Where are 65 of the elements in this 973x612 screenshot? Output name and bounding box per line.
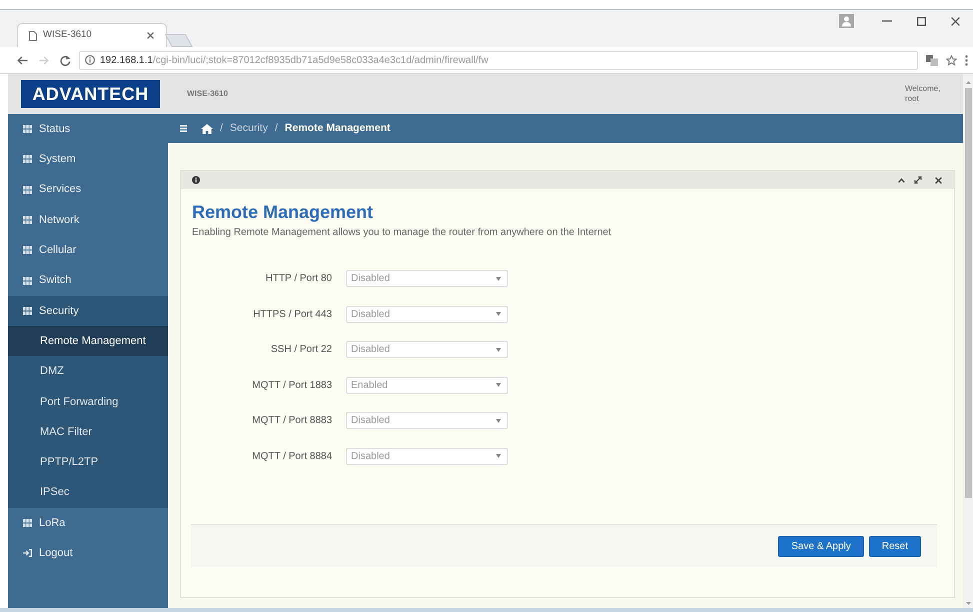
caret-icon bbox=[496, 383, 501, 388]
reload-icon[interactable] bbox=[60, 54, 71, 66]
dropdown[interactable]: Enabled bbox=[346, 376, 508, 394]
breadcrumb-separator: / bbox=[220, 120, 223, 136]
field-label: HTTPS / Port 443 bbox=[252, 308, 332, 322]
logo: ADVANTECH bbox=[21, 80, 160, 108]
field-label: MQTT / Port 1883 bbox=[251, 378, 332, 393]
chevron-up-icon[interactable] bbox=[898, 178, 905, 182]
grid-icon bbox=[23, 246, 32, 254]
device-name: WISE-3610 bbox=[187, 88, 228, 100]
field-label: HTTP / Port 80 bbox=[264, 272, 332, 286]
caret-icon bbox=[496, 276, 501, 280]
home-icon[interactable] bbox=[201, 124, 213, 134]
more-icon[interactable] bbox=[965, 54, 968, 66]
sidebar-subitem[interactable]: Port Forwarding bbox=[8, 386, 168, 417]
panel-title: Remote Management bbox=[192, 202, 374, 223]
caret-icon bbox=[496, 348, 501, 352]
action-button[interactable]: Save & Apply bbox=[778, 536, 864, 556]
grid-icon bbox=[23, 276, 32, 285]
close-icon[interactable] bbox=[951, 16, 960, 26]
address-field[interactable]: 192.168.1.1/cgi-bin/luci/;stok=87012cf8935db71a5d9e58c033a4e3c1d/admin/firewall/fw bbox=[79, 50, 918, 70]
breadcrumb-current: Remote Management bbox=[284, 120, 390, 136]
sidebar-subitem[interactable]: DMZ bbox=[8, 356, 168, 387]
back-icon[interactable] bbox=[17, 56, 28, 64]
sign-in-icon bbox=[23, 549, 32, 558]
grid-icon bbox=[23, 306, 32, 315]
caret-icon bbox=[496, 418, 501, 423]
sidebar-subitem[interactable]: PPTP/L2TP bbox=[8, 447, 168, 478]
field-label: MQTT / Port 8884 bbox=[251, 450, 332, 464]
expand-icon[interactable] bbox=[914, 176, 922, 184]
close-icon[interactable] bbox=[147, 32, 154, 39]
caret-icon bbox=[496, 312, 501, 316]
dropdown[interactable]: Disabled bbox=[346, 448, 508, 465]
sidebar-subitem[interactable]: MAC Filter bbox=[8, 416, 168, 448]
grid-icon bbox=[23, 186, 32, 194]
scrollbar-thumb[interactable] bbox=[964, 88, 972, 498]
page-icon bbox=[29, 30, 37, 40]
maximize-icon[interactable] bbox=[917, 16, 926, 26]
grid-icon bbox=[23, 125, 32, 134]
close-icon[interactable] bbox=[935, 176, 942, 184]
sidebar-subitem[interactable]: IPSec bbox=[8, 478, 168, 508]
welcome-text: Welcome, root bbox=[905, 84, 942, 104]
caret-icon bbox=[496, 454, 501, 458]
sidebar-item[interactable]: Security bbox=[8, 296, 168, 326]
star-icon[interactable] bbox=[946, 54, 957, 66]
browser-tab[interactable]: WISE-3610 bbox=[17, 23, 167, 47]
dropdown[interactable]: Disabled bbox=[346, 306, 508, 323]
info-icon bbox=[85, 55, 95, 65]
menu-icon[interactable] bbox=[180, 125, 187, 132]
info-icon[interactable] bbox=[192, 176, 200, 184]
grid-icon bbox=[23, 155, 32, 164]
dropdown[interactable]: Disabled bbox=[346, 341, 508, 358]
field-label: MQTT / Port 8883 bbox=[251, 414, 332, 428]
grid-icon bbox=[23, 216, 32, 224]
action-button[interactable]: Reset bbox=[868, 536, 921, 556]
description-text: Enabling Remote Management allows you to manage the router from anywhere on the Internet bbox=[192, 227, 612, 239]
sidebar-subitem[interactable]: Remote Management bbox=[8, 326, 168, 356]
grid-icon bbox=[23, 519, 32, 527]
breadcrumb-link[interactable]: Security bbox=[230, 120, 268, 136]
minimize-icon[interactable] bbox=[882, 20, 892, 22]
dropdown[interactable]: Disabled bbox=[346, 412, 508, 430]
squares-icon[interactable] bbox=[926, 54, 938, 66]
field-label: SSH / Port 22 bbox=[270, 343, 332, 358]
dropdown[interactable]: Disabled bbox=[346, 270, 508, 287]
breadcrumb-separator: / bbox=[274, 120, 278, 136]
